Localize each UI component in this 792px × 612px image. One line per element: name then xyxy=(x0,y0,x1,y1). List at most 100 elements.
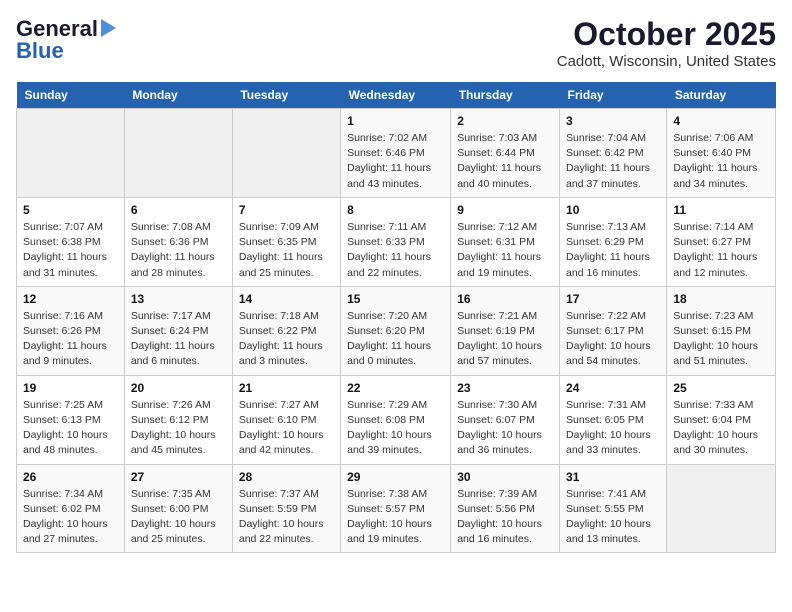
day-info: Sunrise: 7:41 AM Sunset: 5:55 PM Dayligh… xyxy=(566,487,660,548)
calendar-cell: 3 Sunrise: 7:04 AM Sunset: 6:42 PM Daylig… xyxy=(560,109,667,198)
calendar-cell: 24 Sunrise: 7:31 AM Sunset: 6:05 PM Dayli… xyxy=(560,375,667,464)
week-row-2: 5 Sunrise: 7:07 AM Sunset: 6:38 PM Daylig… xyxy=(17,197,776,286)
day-number: 13 xyxy=(131,292,226,306)
day-info: Sunrise: 7:02 AM Sunset: 6:46 PM Dayligh… xyxy=(347,131,444,192)
day-header-wednesday: Wednesday xyxy=(341,82,451,109)
day-info: Sunrise: 7:18 AM Sunset: 6:22 PM Dayligh… xyxy=(239,309,334,370)
day-info: Sunrise: 7:11 AM Sunset: 6:33 PM Dayligh… xyxy=(347,220,444,281)
day-info: Sunrise: 7:12 AM Sunset: 6:31 PM Dayligh… xyxy=(457,220,553,281)
calendar-cell: 15 Sunrise: 7:20 AM Sunset: 6:20 PM Dayli… xyxy=(341,286,451,375)
days-header-row: SundayMondayTuesdayWednesdayThursdayFrid… xyxy=(17,82,776,109)
day-number: 27 xyxy=(131,470,226,484)
calendar-cell: 23 Sunrise: 7:30 AM Sunset: 6:07 PM Dayli… xyxy=(451,375,560,464)
calendar-cell: 28Sunrise: 7:37 AM Sunset: 5:59 PM Dayli… xyxy=(232,464,340,553)
day-info: Sunrise: 7:31 AM Sunset: 6:05 PM Dayligh… xyxy=(566,398,660,459)
day-number: 30 xyxy=(457,470,553,484)
day-info: Sunrise: 7:25 AM Sunset: 6:13 PM Dayligh… xyxy=(23,398,118,459)
day-number: 17 xyxy=(566,292,660,306)
day-number: 23 xyxy=(457,381,553,395)
calendar-cell: 18 Sunrise: 7:23 AM Sunset: 6:15 PM Dayli… xyxy=(667,286,776,375)
day-header-tuesday: Tuesday xyxy=(232,82,340,109)
day-info: Sunrise: 7:13 AM Sunset: 6:29 PM Dayligh… xyxy=(566,220,660,281)
calendar-cell: 20 Sunrise: 7:26 AM Sunset: 6:12 PM Dayli… xyxy=(124,375,232,464)
day-info: Sunrise: 7:20 AM Sunset: 6:20 PM Dayligh… xyxy=(347,309,444,370)
day-number: 2 xyxy=(457,114,553,128)
day-info: Sunrise: 7:38 AM Sunset: 5:57 PM Dayligh… xyxy=(347,487,444,548)
day-info: Sunrise: 7:04 AM Sunset: 6:42 PM Dayligh… xyxy=(566,131,660,192)
day-info: Sunrise: 7:33 AM Sunset: 6:04 PM Dayligh… xyxy=(673,398,769,459)
logo-arrow-icon xyxy=(101,19,116,37)
day-number: 25 xyxy=(673,381,769,395)
day-number: 29 xyxy=(347,470,444,484)
month-title: October 2025 xyxy=(557,16,776,53)
day-number: 5 xyxy=(23,203,118,217)
calendar-cell xyxy=(232,109,340,198)
day-number: 16 xyxy=(457,292,553,306)
calendar-cell: 17 Sunrise: 7:22 AM Sunset: 6:17 PM Dayli… xyxy=(560,286,667,375)
day-info: Sunrise: 7:21 AM Sunset: 6:19 PM Dayligh… xyxy=(457,309,553,370)
day-number: 15 xyxy=(347,292,444,306)
calendar-cell: 2Sunrise: 7:03 AM Sunset: 6:44 PM Daylig… xyxy=(451,109,560,198)
location-text: Cadott, Wisconsin, United States xyxy=(557,53,776,70)
calendar-cell: 22Sunrise: 7:29 AM Sunset: 6:08 PM Dayli… xyxy=(341,375,451,464)
calendar-cell: 11 Sunrise: 7:14 AM Sunset: 6:27 PM Dayli… xyxy=(667,197,776,286)
calendar-cell: 26Sunrise: 7:34 AM Sunset: 6:02 PM Dayli… xyxy=(17,464,125,553)
calendar-cell: 19 Sunrise: 7:25 AM Sunset: 6:13 PM Dayli… xyxy=(17,375,125,464)
page-header: General Blue October 2025 Cadott, Wiscon… xyxy=(16,16,776,70)
day-header-friday: Friday xyxy=(560,82,667,109)
day-number: 31 xyxy=(566,470,660,484)
day-number: 20 xyxy=(131,381,226,395)
calendar-cell: 8 Sunrise: 7:11 AM Sunset: 6:33 PM Daylig… xyxy=(341,197,451,286)
day-info: Sunrise: 7:23 AM Sunset: 6:15 PM Dayligh… xyxy=(673,309,769,370)
day-info: Sunrise: 7:22 AM Sunset: 6:17 PM Dayligh… xyxy=(566,309,660,370)
day-header-saturday: Saturday xyxy=(667,82,776,109)
day-info: Sunrise: 7:39 AM Sunset: 5:56 PM Dayligh… xyxy=(457,487,553,548)
day-number: 10 xyxy=(566,203,660,217)
calendar-cell xyxy=(17,109,125,198)
day-number: 6 xyxy=(131,203,226,217)
calendar-cell: 25 Sunrise: 7:33 AM Sunset: 6:04 PM Dayli… xyxy=(667,375,776,464)
calendar-cell: 10 Sunrise: 7:13 AM Sunset: 6:29 PM Dayli… xyxy=(560,197,667,286)
calendar-cell: 7Sunrise: 7:09 AM Sunset: 6:35 PM Daylig… xyxy=(232,197,340,286)
day-header-monday: Monday xyxy=(124,82,232,109)
calendar-cell: 5 Sunrise: 7:07 AM Sunset: 6:38 PM Daylig… xyxy=(17,197,125,286)
day-info: Sunrise: 7:30 AM Sunset: 6:07 PM Dayligh… xyxy=(457,398,553,459)
day-header-sunday: Sunday xyxy=(17,82,125,109)
calendar-cell: 1 Sunrise: 7:02 AM Sunset: 6:46 PM Daylig… xyxy=(341,109,451,198)
day-info: Sunrise: 7:08 AM Sunset: 6:36 PM Dayligh… xyxy=(131,220,226,281)
day-number: 19 xyxy=(23,381,118,395)
day-number: 14 xyxy=(239,292,334,306)
day-info: Sunrise: 7:26 AM Sunset: 6:12 PM Dayligh… xyxy=(131,398,226,459)
calendar-cell xyxy=(667,464,776,553)
day-number: 8 xyxy=(347,203,444,217)
calendar-cell: 12Sunrise: 7:16 AM Sunset: 6:26 PM Dayli… xyxy=(17,286,125,375)
calendar-cell: 30 Sunrise: 7:39 AM Sunset: 5:56 PM Dayli… xyxy=(451,464,560,553)
day-number: 24 xyxy=(566,381,660,395)
calendar-cell: 31 Sunrise: 7:41 AM Sunset: 5:55 PM Dayli… xyxy=(560,464,667,553)
day-number: 11 xyxy=(673,203,769,217)
calendar-cell: 16 Sunrise: 7:21 AM Sunset: 6:19 PM Dayli… xyxy=(451,286,560,375)
day-number: 21 xyxy=(239,381,334,395)
day-number: 28 xyxy=(239,470,334,484)
day-info: Sunrise: 7:34 AM Sunset: 6:02 PM Dayligh… xyxy=(23,487,118,548)
day-number: 18 xyxy=(673,292,769,306)
day-number: 9 xyxy=(457,203,553,217)
calendar-cell xyxy=(124,109,232,198)
day-info: Sunrise: 7:35 AM Sunset: 6:00 PM Dayligh… xyxy=(131,487,226,548)
logo-blue-text: Blue xyxy=(16,38,64,64)
calendar-cell: 14 Sunrise: 7:18 AM Sunset: 6:22 PM Dayli… xyxy=(232,286,340,375)
day-number: 1 xyxy=(347,114,444,128)
calendar-cell: 6 Sunrise: 7:08 AM Sunset: 6:36 PM Daylig… xyxy=(124,197,232,286)
week-row-3: 12Sunrise: 7:16 AM Sunset: 6:26 PM Dayli… xyxy=(17,286,776,375)
day-info: Sunrise: 7:14 AM Sunset: 6:27 PM Dayligh… xyxy=(673,220,769,281)
week-row-4: 19 Sunrise: 7:25 AM Sunset: 6:13 PM Dayli… xyxy=(17,375,776,464)
day-info: Sunrise: 7:07 AM Sunset: 6:38 PM Dayligh… xyxy=(23,220,118,281)
week-row-5: 26Sunrise: 7:34 AM Sunset: 6:02 PM Dayli… xyxy=(17,464,776,553)
logo: General Blue xyxy=(16,16,116,64)
day-number: 12 xyxy=(23,292,118,306)
day-number: 3 xyxy=(566,114,660,128)
calendar-cell: 4Sunrise: 7:06 AM Sunset: 6:40 PM Daylig… xyxy=(667,109,776,198)
day-info: Sunrise: 7:27 AM Sunset: 6:10 PM Dayligh… xyxy=(239,398,334,459)
title-block: October 2025 Cadott, Wisconsin, United S… xyxy=(557,16,776,70)
day-info: Sunrise: 7:09 AM Sunset: 6:35 PM Dayligh… xyxy=(239,220,334,281)
